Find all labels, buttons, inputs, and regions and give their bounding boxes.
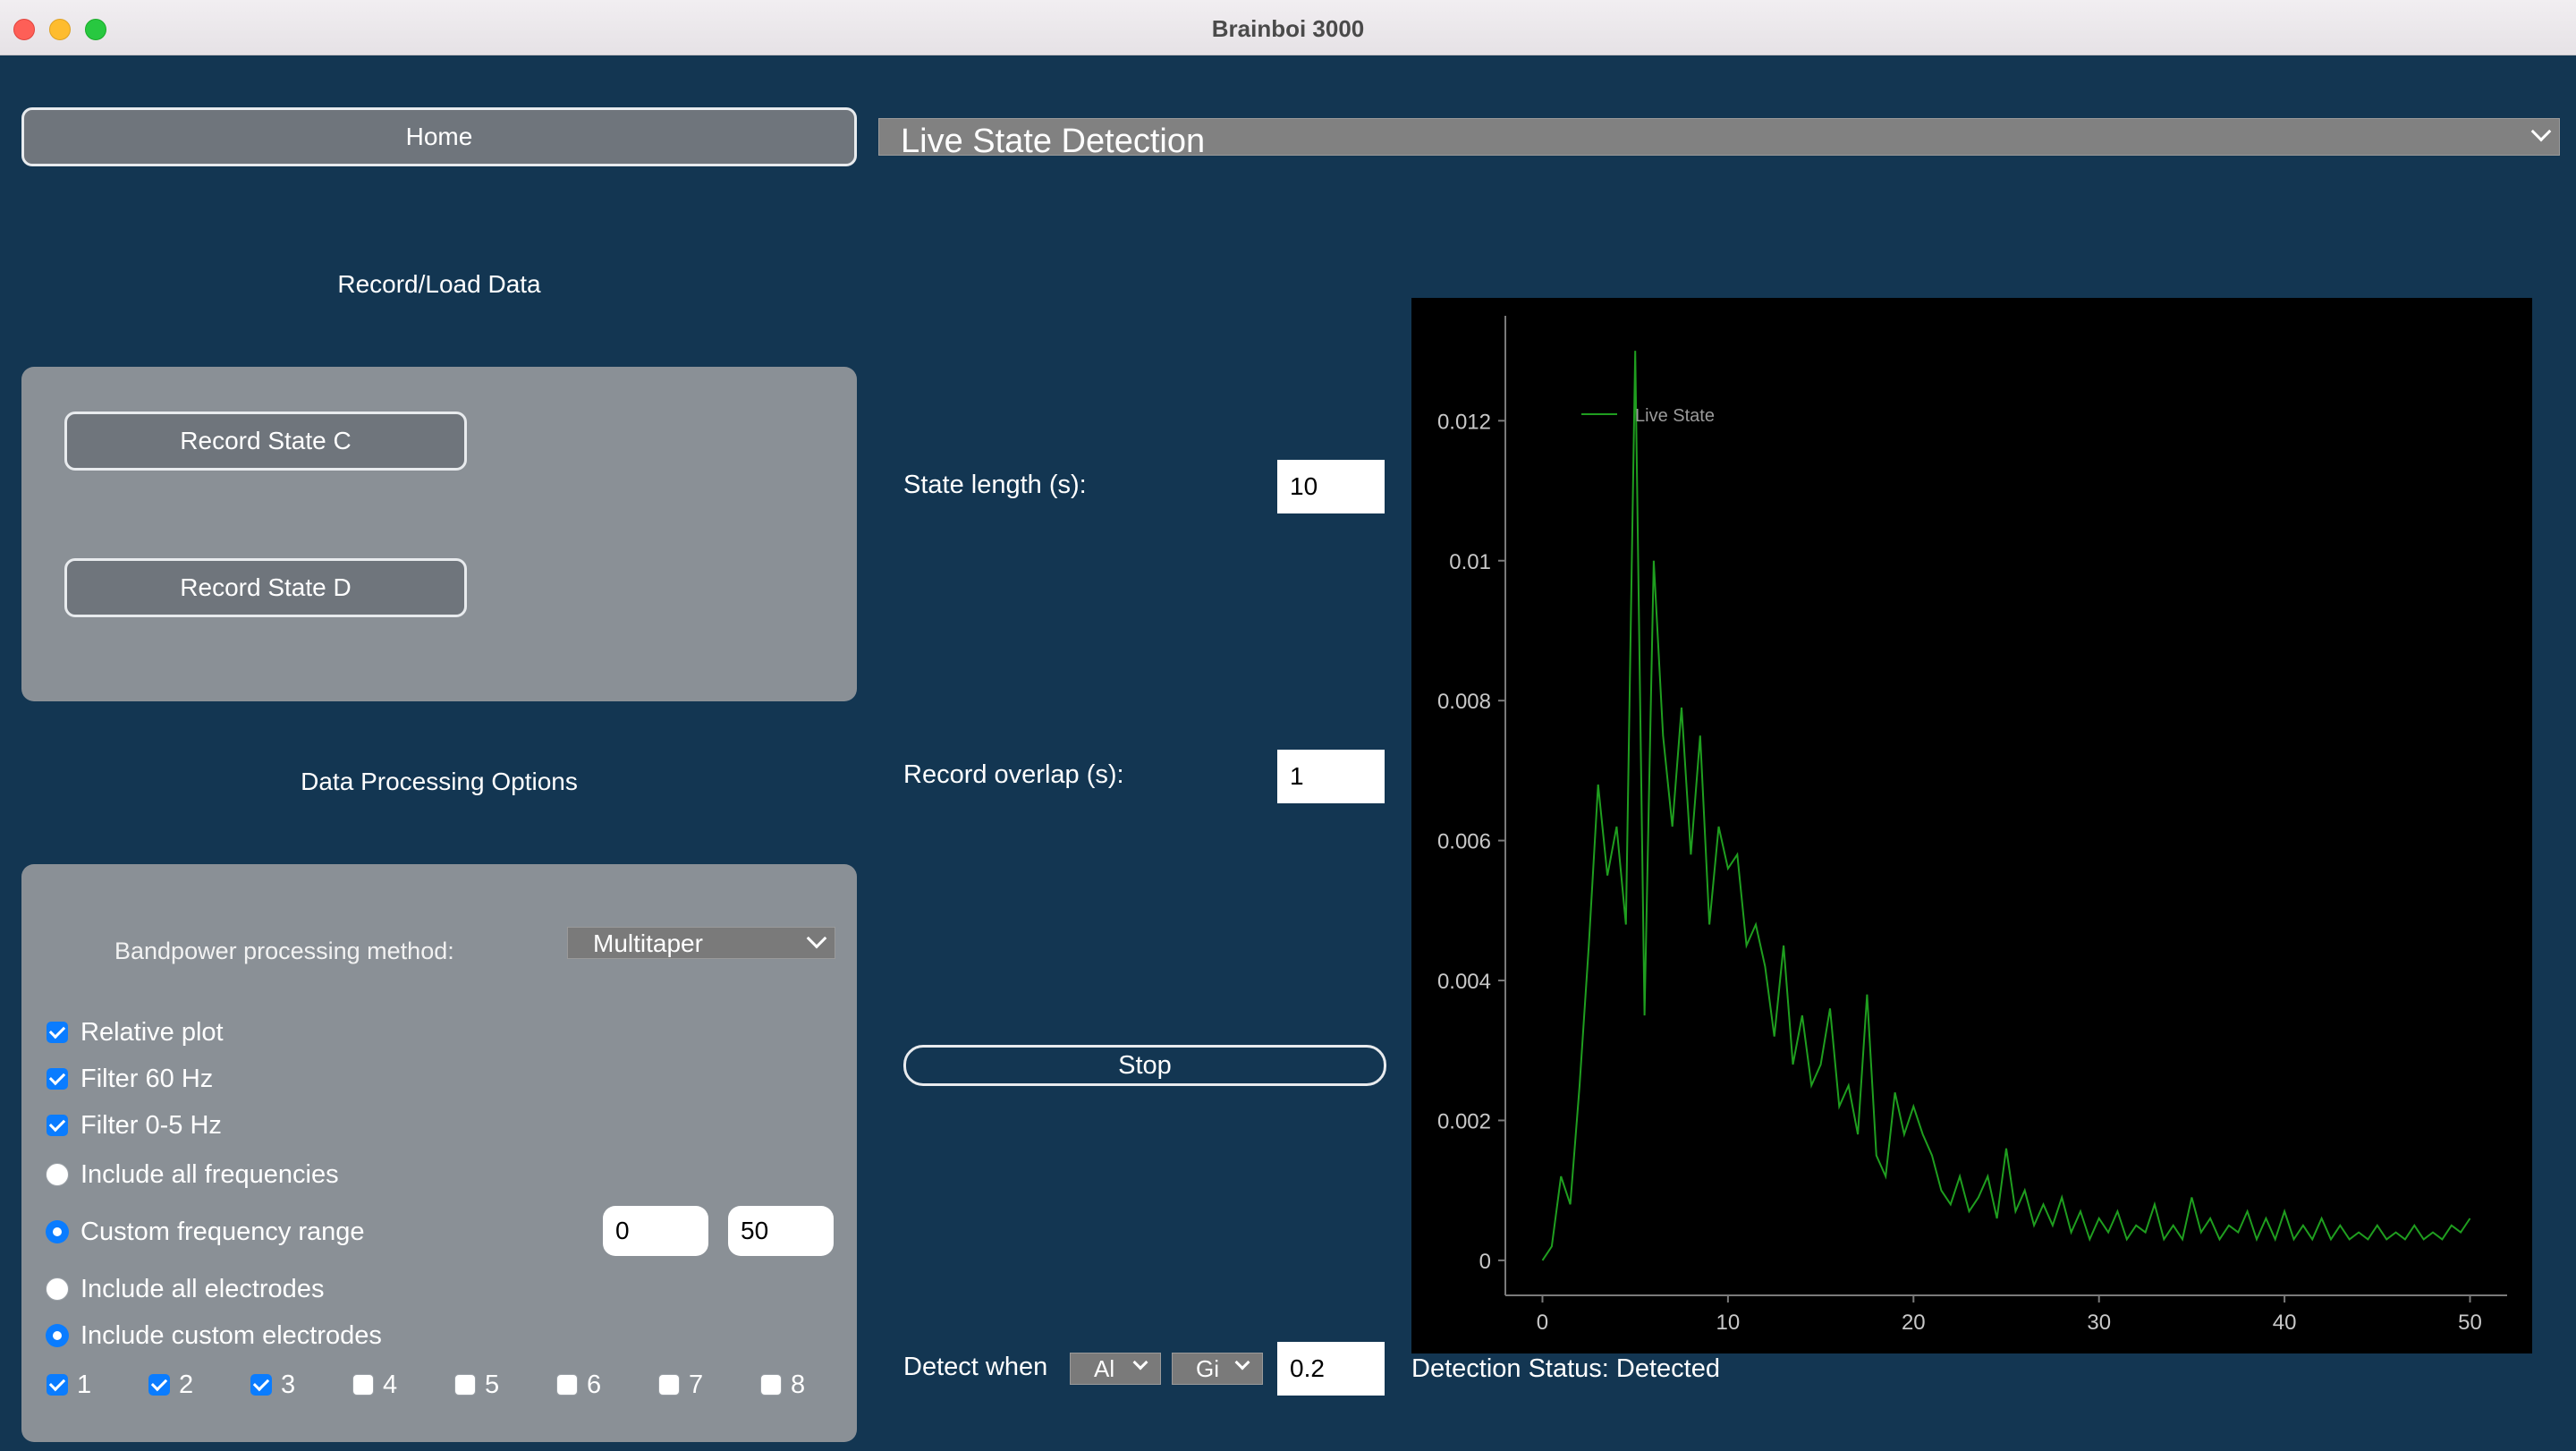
frequency-max-input[interactable]: 50 xyxy=(728,1206,834,1256)
filter-60hz-checkbox[interactable] xyxy=(47,1068,68,1090)
mode-select-value: Live State Detection xyxy=(901,123,1206,160)
custom-frequency-range-label: Custom frequency range xyxy=(80,1218,365,1246)
custom-frequency-range-radio[interactable] xyxy=(46,1220,69,1243)
y-tick-label: 0.008 xyxy=(1437,690,1491,714)
electrode-5-label: 5 xyxy=(485,1370,500,1399)
electrode-1-checkbox[interactable] xyxy=(47,1374,68,1396)
electrode-2-checkbox[interactable] xyxy=(148,1374,170,1396)
record-section-title: Record/Load Data xyxy=(337,270,541,298)
x-tick-label: 30 xyxy=(2087,1311,2111,1335)
electrode-3-checkbox[interactable] xyxy=(250,1374,272,1396)
electrode-8-label: 8 xyxy=(791,1370,806,1399)
state-length-input[interactable]: 10 xyxy=(1277,460,1385,513)
filter-0-5hz-checkbox[interactable] xyxy=(47,1115,68,1136)
processing-panel: Bandpower processing method: Multitaper … xyxy=(21,864,857,1442)
legend-label-live-state: Live State xyxy=(1635,406,1715,426)
record-state-c-button[interactable]: Record State C xyxy=(64,412,467,471)
y-tick-label: 0.006 xyxy=(1437,830,1491,854)
series-line-live-state xyxy=(1541,351,2471,1261)
detect-condition-select-2[interactable]: Gi xyxy=(1172,1353,1263,1385)
detect-when-label: Detect when xyxy=(903,1353,1048,1381)
chart-ticks: 0 10 20 30 40 50 0 0.002 0.004 0.006 0.008 0.01 0.01… xyxy=(1437,410,2482,1335)
electrode-7-checkbox[interactable] xyxy=(658,1374,680,1396)
detect-threshold-input[interactable]: 0.2 xyxy=(1277,1342,1385,1396)
chart-legend: Live State xyxy=(1581,406,1715,426)
bandpower-select[interactable]: Multitaper xyxy=(567,927,835,959)
record-overlap-input[interactable]: 1 xyxy=(1277,750,1385,803)
chevron-down-icon xyxy=(2530,121,2552,142)
relative-plot-label: Relative plot xyxy=(80,1018,224,1047)
y-tick-label: 0.01 xyxy=(1449,550,1491,574)
relative-plot-checkbox[interactable] xyxy=(47,1022,68,1043)
electrode-4-checkbox[interactable] xyxy=(352,1374,374,1396)
record-state-d-button[interactable]: Record State D xyxy=(64,558,467,617)
state-length-label: State length (s): xyxy=(903,471,1087,499)
electrode-4-label: 4 xyxy=(383,1370,398,1399)
frequency-min-input[interactable]: 0 xyxy=(603,1206,708,1256)
electrode-6-checkbox[interactable] xyxy=(556,1374,578,1396)
chevron-down-icon xyxy=(806,928,827,949)
window-titlebar: Brainboi 3000 xyxy=(0,0,2576,55)
detect-condition-select-1[interactable]: Al xyxy=(1070,1353,1161,1385)
stop-button[interactable]: Stop xyxy=(903,1045,1386,1086)
mode-select[interactable]: Live State Detection xyxy=(878,118,2560,160)
y-tick-label: 0.012 xyxy=(1437,410,1491,434)
x-tick-label: 0 xyxy=(1537,1311,1548,1335)
include-all-electrodes-radio[interactable] xyxy=(46,1277,69,1301)
app-window: Home Record/Load Data Record State C Rec… xyxy=(0,55,2576,1451)
x-tick-label: 20 xyxy=(1902,1311,1926,1335)
detect-condition-select-2-value: Gi xyxy=(1196,1355,1219,1382)
live-state-plot: 0 10 20 30 40 50 0 0.002 0.004 0.006 0.008 0.01 0.01… xyxy=(1437,316,2507,1335)
y-tick-label: 0 xyxy=(1479,1250,1491,1274)
processing-section-title: Data Processing Options xyxy=(301,768,578,795)
include-custom-electrodes-radio[interactable] xyxy=(46,1324,69,1347)
chevron-down-icon xyxy=(1234,1354,1250,1370)
electrode-8-checkbox[interactable] xyxy=(760,1374,782,1396)
y-tick-label: 0.002 xyxy=(1437,1109,1491,1133)
electrode-1-label: 1 xyxy=(77,1370,92,1399)
detect-condition-select-1-value: Al xyxy=(1094,1355,1115,1382)
filter-0-5hz-label: Filter 0-5 Hz xyxy=(80,1111,222,1140)
include-custom-electrodes-label: Include custom electrodes xyxy=(80,1321,382,1350)
record-panel: Record State C Record State D xyxy=(21,367,857,701)
electrode-6-label: 6 xyxy=(587,1370,602,1399)
electrode-2-label: 2 xyxy=(179,1370,194,1399)
bandpower-label: Bandpower processing method: xyxy=(114,938,454,964)
x-tick-label: 10 xyxy=(1716,1311,1741,1335)
x-tick-label: 50 xyxy=(2458,1311,2482,1335)
chevron-down-icon xyxy=(1132,1354,1148,1370)
y-tick-label: 0.004 xyxy=(1437,970,1491,994)
home-button[interactable]: Home xyxy=(21,107,857,166)
electrode-5-checkbox[interactable] xyxy=(454,1374,476,1396)
include-all-electrodes-label: Include all electrodes xyxy=(80,1275,325,1303)
include-all-frequencies-label: Include all frequencies xyxy=(80,1160,339,1189)
x-tick-label: 40 xyxy=(2273,1311,2297,1335)
electrode-7-label: 7 xyxy=(689,1370,704,1399)
include-all-frequencies-radio[interactable] xyxy=(46,1163,69,1186)
bandpower-select-value: Multitaper xyxy=(593,929,703,957)
detection-status: Detection Status: Detected xyxy=(1411,1354,1720,1383)
record-overlap-label: Record overlap (s): xyxy=(903,760,1124,789)
live-state-chart: 0 10 20 30 40 50 0 0.002 0.004 0.006 0.008 0.01 0.01… xyxy=(1411,298,2532,1353)
filter-60hz-label: Filter 60 Hz xyxy=(80,1065,214,1093)
window-title: Brainboi 3000 xyxy=(1211,15,1365,42)
electrode-3-label: 3 xyxy=(281,1370,296,1399)
